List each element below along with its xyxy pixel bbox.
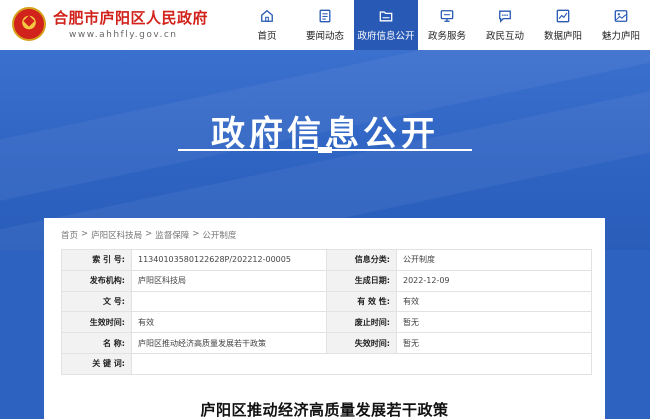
nav-item-charm[interactable]: 魅力庐阳: [592, 0, 650, 50]
chart-icon: [556, 9, 570, 22]
nav-item-label: 政务服务: [427, 30, 466, 42]
meta-expire: 暂无: [396, 332, 592, 354]
site-title: 合肥市庐阳区人民政府: [53, 8, 209, 27]
breadcrumb-agency[interactable]: 庐阳区科技局: [91, 229, 142, 241]
table-row: 发布机构: 庐阳区科技局 生成日期: 2022-12-09: [61, 269, 592, 292]
nav-item-interaction[interactable]: 政民互动: [476, 0, 534, 50]
main-nav: 首页 要闻动态 政府信息公开 政务服务 政民互动 数据庐阳 魅力庐阳: [238, 0, 650, 50]
meta-validity: 有效: [396, 290, 592, 313]
nav-item-label: 政府信息公开: [357, 30, 415, 42]
meta-label: 文 号:: [61, 290, 132, 313]
meta-label: 有 效 性:: [326, 290, 397, 313]
meta-keywords: [131, 352, 592, 375]
nav-item-news[interactable]: 要闻动态: [296, 0, 354, 50]
monitor-icon: [440, 9, 454, 22]
site-logo[interactable]: 合肥市庐阳区人民政府 www.ahhfly.gov.cn: [12, 7, 208, 41]
table-row: 关 键 词:: [61, 352, 592, 375]
meta-effective: 有效: [131, 311, 327, 334]
site-header: 合肥市庐阳区人民政府 www.ahhfly.gov.cn 首页 要闻动态 政府信…: [0, 0, 650, 50]
nav-item-label: 要闻动态: [305, 30, 344, 42]
meta-repeal: 暂无: [396, 311, 592, 334]
meta-doc-no: [131, 290, 327, 313]
table-row: 索 引 号: 11340103580122628P/202212-00005 信…: [61, 249, 592, 271]
breadcrumb-separator: >: [81, 229, 89, 239]
nav-item-label: 首页: [257, 30, 277, 42]
table-row: 文 号: 有 效 性: 有效: [61, 290, 592, 313]
breadcrumb-separator: >: [192, 229, 200, 239]
meta-label: 失效时间:: [326, 332, 397, 354]
meta-label: 生成日期:: [326, 269, 397, 292]
content-panel: 首页 > 庐阳区科技局 > 监督保障 > 公开制度 索 引 号: 1134010…: [44, 218, 605, 419]
meta-label: 生效时间:: [61, 311, 132, 334]
news-icon: [319, 9, 331, 22]
nav-item-services[interactable]: 政务服务: [418, 0, 476, 50]
table-row: 生效时间: 有效 废止时间: 暂无: [61, 311, 592, 334]
meta-index-no: 11340103580122628P/202212-00005: [131, 249, 327, 271]
breadcrumb-home[interactable]: 首页: [61, 229, 78, 241]
breadcrumb-section[interactable]: 监督保障: [155, 229, 189, 241]
picture-icon: [614, 9, 628, 22]
document-meta-table: 索 引 号: 11340103580122628P/202212-00005 信…: [61, 249, 592, 375]
document-title: 庐阳区推动经济高质量发展若干政策: [200, 401, 449, 419]
nav-item-home[interactable]: 首页: [238, 0, 296, 50]
national-emblem-icon: [12, 7, 46, 41]
banner-underline: [178, 147, 472, 153]
meta-label: 索 引 号:: [61, 249, 132, 271]
home-icon: [261, 9, 273, 22]
meta-label: 关 键 词:: [61, 352, 132, 375]
meta-label: 名 称:: [61, 332, 132, 354]
chat-icon: [499, 10, 511, 23]
table-row: 名 称: 庐阳区推动经济高质量发展若干政策 失效时间: 暂无: [61, 332, 592, 354]
nav-item-gov-info[interactable]: 政府信息公开: [354, 0, 418, 50]
meta-publisher: 庐阳区科技局: [131, 269, 327, 292]
meta-name: 庐阳区推动经济高质量发展若干政策: [131, 332, 327, 354]
breadcrumb-separator: >: [145, 229, 153, 239]
breadcrumb-current[interactable]: 公开制度: [202, 229, 236, 241]
folder-icon: [379, 10, 393, 21]
nav-item-label: 数据庐阳: [543, 30, 582, 42]
breadcrumb: 首页 > 庐阳区科技局 > 监督保障 > 公开制度: [61, 229, 236, 241]
nav-item-label: 魅力庐阳: [601, 30, 640, 42]
meta-created-date: 2022-12-09: [396, 269, 592, 292]
meta-label: 信息分类:: [326, 249, 397, 271]
meta-category: 公开制度: [396, 249, 592, 271]
nav-item-label: 政民互动: [485, 30, 524, 42]
meta-label: 发布机构:: [61, 269, 132, 292]
nav-item-data[interactable]: 数据庐阳: [534, 0, 592, 50]
meta-label: 废止时间:: [326, 311, 397, 334]
site-url: www.ahhfly.gov.cn: [69, 29, 178, 40]
